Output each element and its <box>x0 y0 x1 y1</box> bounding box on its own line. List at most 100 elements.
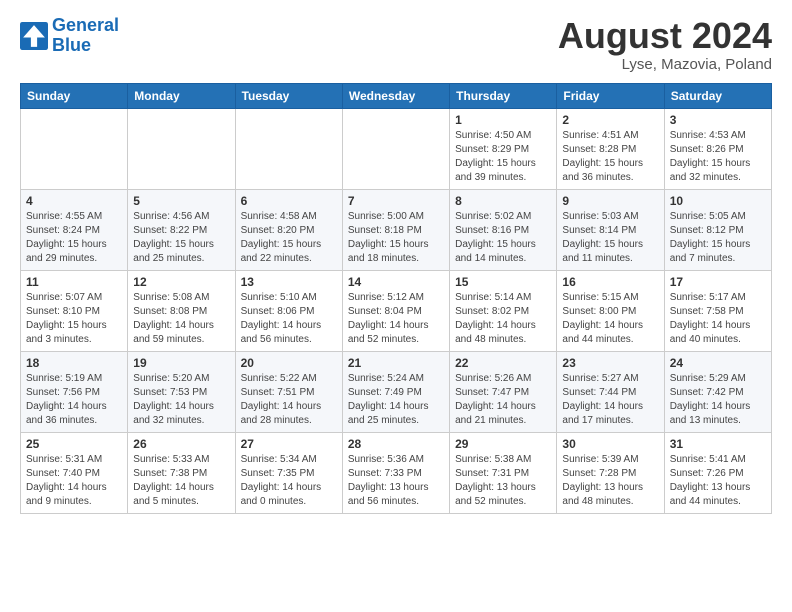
day-info: Sunrise: 5:33 AM Sunset: 7:38 PM Dayligh… <box>133 453 229 509</box>
day-number: 17 <box>670 275 766 289</box>
calendar-cell: 23 Sunrise: 5:27 AM Sunset: 7:44 PM Dayli… <box>557 351 664 432</box>
calendar-cell: 26 Sunrise: 5:33 AM Sunset: 7:38 PM Dayli… <box>128 432 235 513</box>
header: General Blue August 2024 Lyse, Mazovia, … <box>20 16 772 73</box>
day-number: 25 <box>26 437 122 451</box>
day-number: 2 <box>562 113 658 127</box>
day-info: Sunrise: 5:29 AM Sunset: 7:42 PM Dayligh… <box>670 372 766 428</box>
day-number: 22 <box>455 356 551 370</box>
calendar-cell: 31 Sunrise: 5:41 AM Sunset: 7:26 PM Dayli… <box>664 432 771 513</box>
day-number: 23 <box>562 356 658 370</box>
day-info: Sunrise: 5:00 AM Sunset: 8:18 PM Dayligh… <box>348 210 444 266</box>
day-info: Sunrise: 5:20 AM Sunset: 7:53 PM Dayligh… <box>133 372 229 428</box>
day-info: Sunrise: 5:14 AM Sunset: 8:02 PM Dayligh… <box>455 291 551 347</box>
calendar-week-4: 18Sunrise: 5:19 AM Sunset: 7:56 PM Dayli… <box>21 351 772 432</box>
calendar-cell: 28 Sunrise: 5:36 AM Sunset: 7:33 PM Dayli… <box>342 432 449 513</box>
calendar-cell: 29Sunrise: 5:38 AM Sunset: 7:31 PM Dayli… <box>450 432 557 513</box>
day-number: 3 <box>670 113 766 127</box>
calendar-cell: 27 Sunrise: 5:34 AM Sunset: 7:35 PM Dayli… <box>235 432 342 513</box>
calendar-cell: 17 Sunrise: 5:17 AM Sunset: 7:58 PM Dayli… <box>664 270 771 351</box>
day-number: 27 <box>241 437 337 451</box>
day-number: 1 <box>455 113 551 127</box>
calendar-table: Sunday Monday Tuesday Wednesday Thursday… <box>20 83 772 514</box>
day-number: 26 <box>133 437 229 451</box>
day-info: Sunrise: 5:10 AM Sunset: 8:06 PM Dayligh… <box>241 291 337 347</box>
col-sunday: Sunday <box>21 83 128 108</box>
calendar-cell: 21 Sunrise: 5:24 AM Sunset: 7:49 PM Dayli… <box>342 351 449 432</box>
calendar-cell: 25 Sunrise: 5:31 AM Sunset: 7:40 PM Dayli… <box>21 432 128 513</box>
calendar-cell <box>235 108 342 189</box>
calendar-cell: 15 Sunrise: 5:14 AM Sunset: 8:02 PM Dayli… <box>450 270 557 351</box>
day-number: 11 <box>26 275 122 289</box>
day-number: 31 <box>670 437 766 451</box>
day-info: Sunrise: 5:19 AM Sunset: 7:56 PM Dayligh… <box>26 372 122 428</box>
calendar-cell: 6Sunrise: 4:58 AM Sunset: 8:20 PM Daylig… <box>235 189 342 270</box>
day-number: 5 <box>133 194 229 208</box>
day-info: Sunrise: 5:22 AM Sunset: 7:51 PM Dayligh… <box>241 372 337 428</box>
day-info: Sunrise: 4:50 AM Sunset: 8:29 PM Dayligh… <box>455 129 551 185</box>
logo-text: General Blue <box>52 16 119 56</box>
calendar-cell: 1 Sunrise: 4:50 AM Sunset: 8:29 PM Daylig… <box>450 108 557 189</box>
calendar-cell: 12Sunrise: 5:08 AM Sunset: 8:08 PM Dayli… <box>128 270 235 351</box>
calendar-cell: 24 Sunrise: 5:29 AM Sunset: 7:42 PM Dayli… <box>664 351 771 432</box>
header-row: Sunday Monday Tuesday Wednesday Thursday… <box>21 83 772 108</box>
day-info: Sunrise: 5:27 AM Sunset: 7:44 PM Dayligh… <box>562 372 658 428</box>
day-info: Sunrise: 4:58 AM Sunset: 8:20 PM Dayligh… <box>241 210 337 266</box>
calendar-cell: 10 Sunrise: 5:05 AM Sunset: 8:12 PM Dayli… <box>664 189 771 270</box>
day-info: Sunrise: 5:03 AM Sunset: 8:14 PM Dayligh… <box>562 210 658 266</box>
page: General Blue August 2024 Lyse, Mazovia, … <box>0 0 792 612</box>
day-info: Sunrise: 5:39 AM Sunset: 7:28 PM Dayligh… <box>562 453 658 509</box>
col-wednesday: Wednesday <box>342 83 449 108</box>
calendar-cell <box>128 108 235 189</box>
calendar-cell: 11 Sunrise: 5:07 AM Sunset: 8:10 PM Dayli… <box>21 270 128 351</box>
day-number: 9 <box>562 194 658 208</box>
calendar-cell: 2 Sunrise: 4:51 AM Sunset: 8:28 PM Daylig… <box>557 108 664 189</box>
day-info: Sunrise: 4:55 AM Sunset: 8:24 PM Dayligh… <box>26 210 122 266</box>
calendar-cell: 4 Sunrise: 4:55 AM Sunset: 8:24 PM Daylig… <box>21 189 128 270</box>
day-number: 15 <box>455 275 551 289</box>
day-number: 24 <box>670 356 766 370</box>
day-info: Sunrise: 4:53 AM Sunset: 8:26 PM Dayligh… <box>670 129 766 185</box>
calendar-week-5: 25 Sunrise: 5:31 AM Sunset: 7:40 PM Dayli… <box>21 432 772 513</box>
calendar-cell: 19 Sunrise: 5:20 AM Sunset: 7:53 PM Dayli… <box>128 351 235 432</box>
day-info: Sunrise: 5:12 AM Sunset: 8:04 PM Dayligh… <box>348 291 444 347</box>
day-number: 19 <box>133 356 229 370</box>
logo-icon <box>20 22 48 50</box>
day-number: 7 <box>348 194 444 208</box>
calendar-cell: 14Sunrise: 5:12 AM Sunset: 8:04 PM Dayli… <box>342 270 449 351</box>
day-number: 10 <box>670 194 766 208</box>
day-number: 12 <box>133 275 229 289</box>
calendar-cell: 7 Sunrise: 5:00 AM Sunset: 8:18 PM Daylig… <box>342 189 449 270</box>
calendar-cell <box>342 108 449 189</box>
day-info: Sunrise: 4:56 AM Sunset: 8:22 PM Dayligh… <box>133 210 229 266</box>
col-thursday: Thursday <box>450 83 557 108</box>
day-info: Sunrise: 5:07 AM Sunset: 8:10 PM Dayligh… <box>26 291 122 347</box>
day-info: Sunrise: 5:26 AM Sunset: 7:47 PM Dayligh… <box>455 372 551 428</box>
day-number: 29 <box>455 437 551 451</box>
day-info: Sunrise: 5:17 AM Sunset: 7:58 PM Dayligh… <box>670 291 766 347</box>
day-number: 8 <box>455 194 551 208</box>
calendar-cell: 5 Sunrise: 4:56 AM Sunset: 8:22 PM Daylig… <box>128 189 235 270</box>
day-info: Sunrise: 5:05 AM Sunset: 8:12 PM Dayligh… <box>670 210 766 266</box>
day-number: 21 <box>348 356 444 370</box>
calendar-cell: 16Sunrise: 5:15 AM Sunset: 8:00 PM Dayli… <box>557 270 664 351</box>
calendar-cell: 18Sunrise: 5:19 AM Sunset: 7:56 PM Dayli… <box>21 351 128 432</box>
calendar-cell: 22 Sunrise: 5:26 AM Sunset: 7:47 PM Dayli… <box>450 351 557 432</box>
day-number: 13 <box>241 275 337 289</box>
calendar-cell: 9 Sunrise: 5:03 AM Sunset: 8:14 PM Daylig… <box>557 189 664 270</box>
day-info: Sunrise: 5:24 AM Sunset: 7:49 PM Dayligh… <box>348 372 444 428</box>
day-number: 4 <box>26 194 122 208</box>
day-info: Sunrise: 5:15 AM Sunset: 8:00 PM Dayligh… <box>562 291 658 347</box>
day-number: 30 <box>562 437 658 451</box>
col-monday: Monday <box>128 83 235 108</box>
calendar-cell: 13 Sunrise: 5:10 AM Sunset: 8:06 PM Dayli… <box>235 270 342 351</box>
day-info: Sunrise: 5:36 AM Sunset: 7:33 PM Dayligh… <box>348 453 444 509</box>
day-info: Sunrise: 5:41 AM Sunset: 7:26 PM Dayligh… <box>670 453 766 509</box>
title-block: August 2024 Lyse, Mazovia, Poland <box>558 16 772 73</box>
day-info: Sunrise: 5:31 AM Sunset: 7:40 PM Dayligh… <box>26 453 122 509</box>
day-info: Sunrise: 5:02 AM Sunset: 8:16 PM Dayligh… <box>455 210 551 266</box>
day-number: 28 <box>348 437 444 451</box>
calendar-title: August 2024 <box>558 16 772 56</box>
calendar-week-2: 4 Sunrise: 4:55 AM Sunset: 8:24 PM Daylig… <box>21 189 772 270</box>
day-info: Sunrise: 5:34 AM Sunset: 7:35 PM Dayligh… <box>241 453 337 509</box>
day-info: Sunrise: 4:51 AM Sunset: 8:28 PM Dayligh… <box>562 129 658 185</box>
